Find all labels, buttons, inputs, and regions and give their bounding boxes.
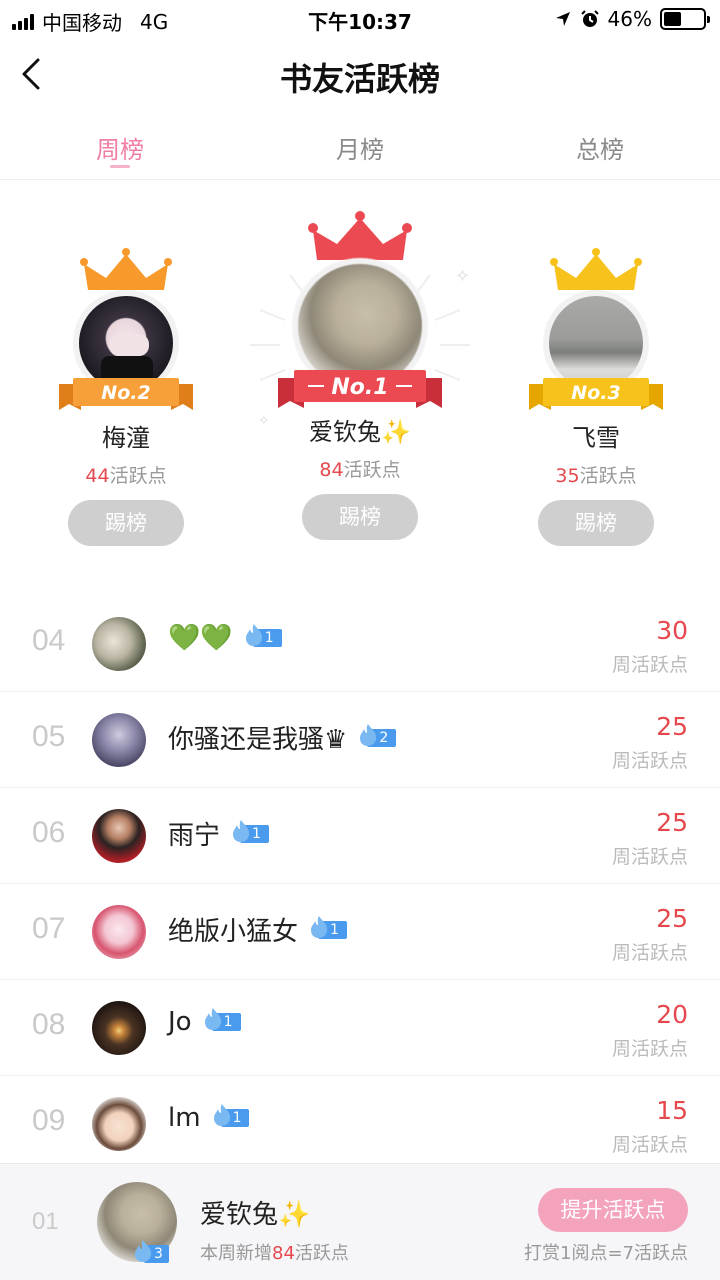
score-label: 周活跃点 bbox=[611, 654, 688, 676]
user-name: 💚💚 bbox=[168, 623, 233, 653]
avatar[interactable] bbox=[92, 1097, 146, 1151]
battery-percent: 46% bbox=[607, 7, 652, 31]
rank-number: 05 bbox=[32, 720, 66, 753]
score-label: 周活跃点 bbox=[611, 942, 688, 964]
rank-badge: No.2 bbox=[101, 382, 150, 404]
tab-weekly[interactable]: 周榜 bbox=[0, 130, 240, 165]
tab-total[interactable]: 总榜 bbox=[480, 130, 720, 165]
level-badge: 1 bbox=[230, 819, 269, 844]
battery-icon bbox=[660, 8, 710, 30]
level-badge: 1 bbox=[243, 624, 282, 648]
score-value: 25 bbox=[656, 808, 688, 837]
level-badge: 3 bbox=[132, 1240, 169, 1266]
rank-number: 01 bbox=[32, 1208, 59, 1235]
active-points: 84活跃点 bbox=[319, 459, 401, 481]
user-name-group: 雨宁 1 bbox=[168, 815, 269, 852]
rank-number: 06 bbox=[32, 816, 66, 849]
user-name: Jo bbox=[168, 1007, 192, 1037]
score-label: 周活跃点 bbox=[611, 750, 688, 772]
avatar[interactable] bbox=[92, 617, 146, 671]
flame-icon bbox=[245, 624, 262, 646]
score-value: 25 bbox=[656, 904, 688, 933]
flame-icon bbox=[204, 1008, 221, 1030]
rank-ribbon: No.1 bbox=[278, 370, 442, 408]
svg-text:✧: ✧ bbox=[258, 413, 270, 429]
level-badge: 1 bbox=[211, 1104, 250, 1128]
avatar[interactable] bbox=[92, 1001, 146, 1055]
user-name: 雨宁 bbox=[168, 821, 221, 851]
user-name-group: 你骚还是我骚♛ 2 bbox=[168, 719, 397, 756]
crown-icon bbox=[308, 211, 412, 260]
score-value: 30 bbox=[656, 616, 688, 645]
rank-list: 04 💚💚 1 30 周活跃点 05 你骚还是我骚♛ 2 25 周活跃点 06 … bbox=[0, 596, 720, 1172]
kick-button[interactable]: 踢榜 bbox=[68, 500, 184, 546]
level-badge: 1 bbox=[308, 915, 347, 940]
points-rule: 打赏1阅点=7活跃点 bbox=[524, 1243, 688, 1264]
score-value: 25 bbox=[656, 712, 688, 741]
list-item[interactable]: 05 你骚还是我骚♛ 2 25 周活跃点 bbox=[0, 692, 720, 788]
kick-button[interactable]: 踢榜 bbox=[538, 500, 654, 546]
podium-second: No.2 梅潼 44活跃点 踢榜 bbox=[56, 248, 196, 546]
podium: ✧ ✧ No.2 梅潼 44活跃点 踢榜 No.1 爱钦兔✨ 84活跃点 踢榜 bbox=[0, 180, 720, 590]
boost-points-button[interactable]: 提升活跃点 bbox=[538, 1188, 688, 1232]
rank-number: 08 bbox=[32, 1008, 66, 1041]
status-bar: 中国移动 4G 下午10:37 46% bbox=[0, 0, 720, 38]
rank-number: 09 bbox=[32, 1104, 66, 1137]
user-name: 绝版小猛女 bbox=[168, 917, 299, 947]
user-name-group: 绝版小猛女 1 bbox=[168, 911, 347, 948]
user-name-group: Jo 1 bbox=[168, 1007, 241, 1037]
list-item[interactable]: 09 lm 1 15 周活跃点 bbox=[0, 1076, 720, 1172]
tab-monthly[interactable]: 月榜 bbox=[240, 130, 480, 165]
page-title: 书友活跃榜 bbox=[279, 60, 440, 98]
rank-ribbon: No.2 bbox=[59, 378, 193, 410]
list-item[interactable]: 04 💚💚 1 30 周活跃点 bbox=[0, 596, 720, 692]
location-icon bbox=[555, 12, 570, 26]
alarm-icon bbox=[580, 10, 599, 27]
svg-text:✧: ✧ bbox=[455, 266, 470, 287]
score-label: 周活跃点 bbox=[611, 1134, 688, 1156]
user-name-group: 💚💚 1 bbox=[168, 623, 282, 653]
user-name: 爱钦兔✨ bbox=[200, 1200, 311, 1230]
user-name: lm bbox=[168, 1103, 201, 1133]
user-name: 爱钦兔✨ bbox=[309, 418, 411, 446]
weekly-gain: 本周新增84活跃点 bbox=[200, 1243, 349, 1264]
user-name-group: lm 1 bbox=[168, 1103, 250, 1133]
score-value: 15 bbox=[656, 1096, 688, 1125]
score-label: 周活跃点 bbox=[611, 846, 688, 868]
crown-icon bbox=[80, 248, 172, 290]
avatar[interactable] bbox=[92, 713, 146, 767]
rank-ribbon: No.3 bbox=[529, 378, 663, 410]
flame-icon bbox=[233, 819, 250, 842]
rank-badge: No.3 bbox=[571, 382, 620, 404]
score-value: 20 bbox=[656, 1000, 688, 1029]
score-label: 周活跃点 bbox=[611, 1038, 688, 1060]
active-points: 44活跃点 bbox=[85, 465, 167, 487]
level-badge: 1 bbox=[202, 1008, 241, 1032]
list-item[interactable]: 07 绝版小猛女 1 25 周活跃点 bbox=[0, 884, 720, 980]
podium-third: No.3 飞雪 35活跃点 踢榜 bbox=[526, 248, 666, 546]
flame-icon bbox=[135, 1240, 152, 1262]
list-item[interactable]: 06 雨宁 1 25 周活跃点 bbox=[0, 788, 720, 884]
flame-icon bbox=[360, 723, 377, 746]
my-rank-bar: 01 3 爱钦兔✨ 本周新增84活跃点 提升活跃点 打赏1阅点=7活跃点 bbox=[0, 1163, 720, 1280]
crown-icon bbox=[550, 248, 642, 290]
tab-indicator bbox=[110, 165, 130, 168]
avatar[interactable] bbox=[92, 809, 146, 863]
list-item[interactable]: 08 Jo 1 20 周活跃点 bbox=[0, 980, 720, 1076]
podium-first: No.1 爱钦兔✨ 84活跃点 踢榜 bbox=[278, 210, 442, 540]
user-name: 你骚还是我骚♛ bbox=[168, 725, 348, 755]
level-badge: 2 bbox=[357, 723, 397, 748]
rank-number: 07 bbox=[32, 912, 66, 945]
kick-button[interactable]: 踢榜 bbox=[302, 494, 418, 540]
flame-icon bbox=[213, 1104, 230, 1126]
avatar[interactable] bbox=[92, 905, 146, 959]
flame-icon bbox=[311, 915, 328, 938]
rank-badge: No.1 bbox=[331, 375, 388, 400]
user-name: 飞雪 bbox=[572, 424, 620, 452]
nav-bar: 书友活跃榜 bbox=[0, 38, 720, 112]
rank-number: 04 bbox=[32, 624, 66, 657]
active-points: 35活跃点 bbox=[555, 465, 637, 487]
period-tabs: 周榜 月榜 总榜 bbox=[0, 112, 720, 180]
user-name: 梅潼 bbox=[102, 424, 150, 452]
